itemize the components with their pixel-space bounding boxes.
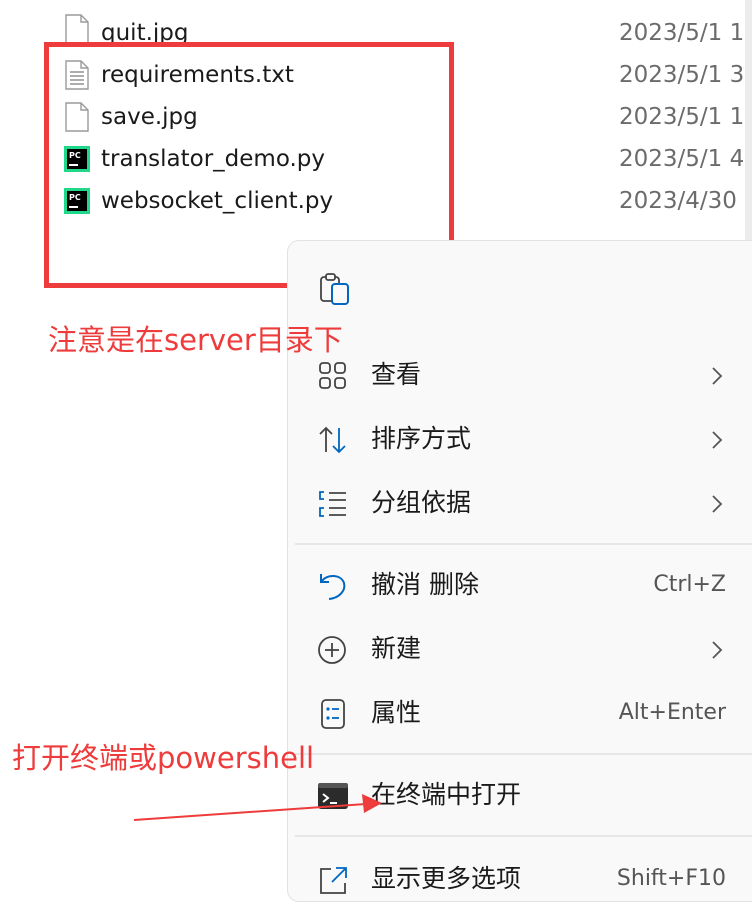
- file-date: 2023/4/30 4: [619, 188, 752, 214]
- menu-item-label: 排序方式: [371, 424, 472, 453]
- grid-view-icon: [319, 362, 346, 389]
- chevron-right-icon: [712, 641, 723, 659]
- menu-separator: [295, 753, 752, 755]
- menu-item-undo-delete[interactable]: 撤消 删除 Ctrl+Z: [288, 558, 748, 614]
- paste-icon[interactable]: [319, 272, 351, 306]
- menu-item-label: 撤消 删除: [371, 570, 479, 599]
- menu-item-label: 查看: [371, 360, 422, 389]
- chevron-right-icon: [712, 431, 723, 449]
- menu-item-label: 在终端中打开: [371, 780, 522, 809]
- menu-item-group-by[interactable]: 分组依据: [288, 476, 748, 532]
- menu-item-sort[interactable]: 排序方式: [288, 412, 748, 468]
- menu-item-show-more-options[interactable]: 显示更多选项 Shift+F10: [288, 852, 748, 908]
- menu-item-shortcut: Ctrl+Z: [653, 572, 726, 597]
- menu-item-properties[interactable]: 属性 Alt+Enter: [288, 686, 748, 742]
- menu-item-label: 新建: [371, 634, 422, 663]
- menu-item-shortcut: Alt+Enter: [618, 700, 726, 725]
- sort-icon: [319, 426, 346, 454]
- file-date: 2023/5/1 1:: [619, 20, 752, 46]
- file-date: 2023/5/1 1:: [619, 104, 752, 130]
- menu-item-label: 显示更多选项: [371, 864, 522, 893]
- undo-icon: [320, 574, 346, 600]
- chevron-right-icon: [712, 367, 723, 385]
- terminal-icon: [318, 783, 348, 809]
- chevron-right-icon: [712, 495, 723, 513]
- properties-icon: [321, 699, 345, 729]
- annotation-server-note: 注意是在server目录下: [48, 323, 343, 357]
- menu-separator: [295, 835, 752, 837]
- menu-item-new[interactable]: 新建: [288, 622, 748, 678]
- add-circle-icon: [318, 636, 346, 664]
- menu-separator: [295, 543, 752, 545]
- group-by-icon: [319, 491, 346, 517]
- annotation-terminal-note: 打开终端或powershell: [12, 741, 315, 775]
- file-date: 2023/5/1 3:: [619, 62, 752, 88]
- menu-item-label: 属性: [371, 698, 422, 727]
- open-external-icon: [320, 867, 347, 894]
- file-date: 2023/5/1 4:: [619, 146, 752, 172]
- vertical-scrollbar[interactable]: [745, 0, 752, 240]
- menu-item-view[interactable]: 查看: [288, 348, 748, 404]
- menu-item-open-in-terminal[interactable]: 在终端中打开: [288, 768, 748, 824]
- menu-item-label: 分组依据: [371, 488, 472, 517]
- blank-file-icon: [65, 14, 89, 44]
- menu-item-shortcut: Shift+F10: [616, 866, 726, 891]
